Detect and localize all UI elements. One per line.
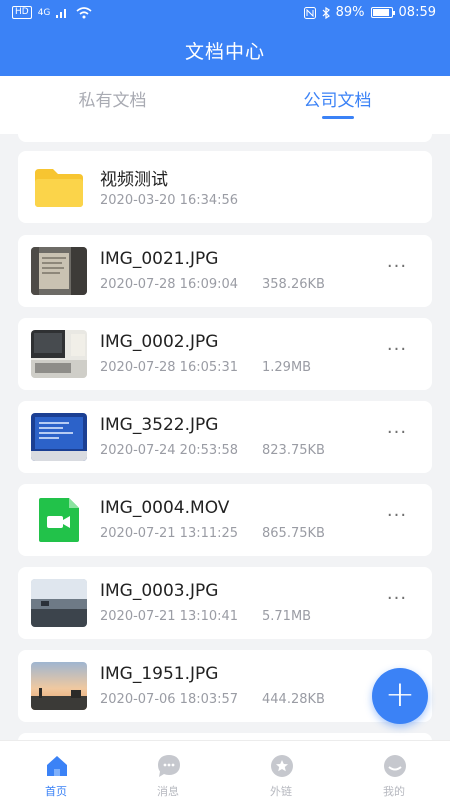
file-size: 865.75KB (262, 526, 325, 541)
image-thumbnail (31, 413, 87, 461)
folder-icon (31, 163, 87, 211)
clock: 08:59 (398, 5, 436, 20)
nav-messages[interactable]: 消息 (112, 741, 224, 800)
nav-home[interactable]: 首页 (0, 741, 112, 800)
active-tab-indicator (322, 116, 354, 119)
file-size: 823.75KB (262, 443, 325, 458)
image-thumbnail (31, 579, 87, 627)
bottom-nav: 首页 消息 外链 我的 (0, 740, 450, 800)
partial-card (18, 733, 432, 740)
profile-icon (384, 755, 406, 777)
list-item[interactable]: IMG_3522.JPG 2020-07-24 20:53:58 823.75K… (18, 401, 432, 473)
file-name: IMG_0021.JPG (100, 249, 219, 269)
image-thumbnail (31, 247, 87, 295)
more-options-button[interactable]: ··· (380, 257, 414, 285)
list-item[interactable]: IMG_1951.JPG 2020-07-06 18:03:57 444.28K… (18, 650, 432, 722)
more-options-button[interactable]: ··· (380, 506, 414, 534)
list-item[interactable]: IMG_0003.JPG 2020-07-21 13:10:41 5.71MB … (18, 567, 432, 639)
file-size: 5.71MB (262, 609, 312, 624)
file-name: IMG_3522.JPG (100, 415, 219, 435)
image-thumbnail (31, 662, 87, 710)
file-list[interactable]: 视频测试 2020-03-20 16:34:56 IMG_0021.JPG 20… (0, 134, 450, 740)
nav-links-label: 外链 (270, 785, 292, 798)
nfc-icon (303, 6, 316, 19)
file-date: 2020-07-24 20:53:58 (100, 443, 239, 458)
list-item[interactable]: 视频测试 2020-03-20 16:34:56 (18, 151, 432, 223)
tab-private-docs[interactable]: 私有文档 (0, 76, 225, 134)
chat-icon (158, 755, 180, 777)
signal-bars-icon (56, 9, 67, 18)
video-file-icon (31, 496, 87, 544)
more-options-button[interactable]: ··· (380, 423, 414, 451)
nav-home-label: 首页 (45, 785, 67, 798)
link-star-icon (271, 755, 293, 777)
more-options-button[interactable]: ··· (380, 589, 414, 617)
list-item[interactable]: IMG_0004.MOV 2020-07-21 13:11:25 865.75K… (18, 484, 432, 556)
add-file-button[interactable]: + (372, 668, 428, 724)
nav-messages-label: 消息 (157, 785, 179, 798)
file-date: 2020-07-06 18:03:57 (100, 692, 239, 707)
tab-company-docs[interactable]: 公司文档 (225, 76, 450, 134)
nav-links[interactable]: 外链 (225, 741, 337, 800)
file-date: 2020-07-28 16:09:04 (100, 277, 239, 292)
battery-icon (370, 7, 395, 18)
list-item[interactable]: IMG_0002.JPG 2020-07-28 16:05:31 1.29MB … (18, 318, 432, 390)
file-name: IMG_0003.JPG (100, 581, 219, 601)
file-date: 2020-07-21 13:11:25 (100, 526, 239, 541)
file-size: 1.29MB (262, 360, 312, 375)
file-name: 视频测试 (100, 170, 168, 190)
wifi-icon (76, 6, 92, 18)
file-date: 2020-07-28 16:05:31 (100, 360, 239, 375)
status-bar: HD 4G 89% 08:59 (0, 0, 450, 28)
file-size: 358.26KB (262, 277, 325, 292)
app-header: 文档中心 (0, 28, 450, 76)
file-name: IMG_0002.JPG (100, 332, 219, 352)
list-item[interactable]: IMG_0021.JPG 2020-07-28 16:09:04 358.26K… (18, 235, 432, 307)
hd-badge: HD (12, 6, 32, 19)
file-date: 2020-07-21 13:10:41 (100, 609, 239, 624)
document-tabs: 私有文档 公司文档 (0, 76, 450, 134)
file-name: IMG_1951.JPG (100, 664, 219, 684)
nav-profile-label: 我的 (383, 785, 405, 798)
home-icon (47, 756, 67, 776)
plus-icon: + (384, 674, 416, 715)
more-options-button[interactable]: ··· (380, 340, 414, 368)
nav-profile[interactable]: 我的 (338, 741, 450, 800)
signal-indicator: 4G (37, 7, 51, 18)
file-name: IMG_0004.MOV (100, 498, 230, 518)
image-thumbnail (31, 330, 87, 378)
battery-percent: 89% (335, 5, 365, 20)
page-title: 文档中心 (184, 41, 265, 63)
file-size: 444.28KB (262, 692, 325, 707)
bluetooth-icon (322, 6, 330, 19)
partial-card (18, 134, 432, 142)
file-date: 2020-03-20 16:34:56 (100, 193, 239, 208)
